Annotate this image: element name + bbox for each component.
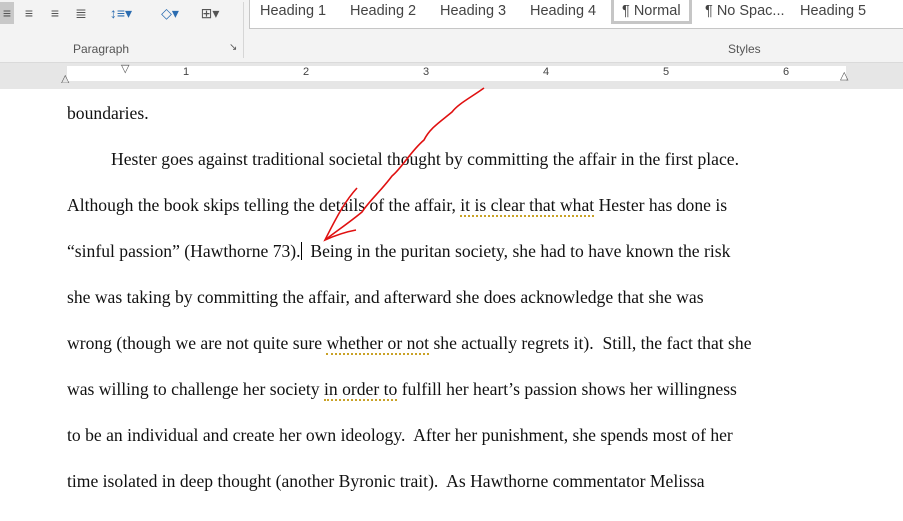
red-ink-arrow-annotation <box>323 87 485 242</box>
